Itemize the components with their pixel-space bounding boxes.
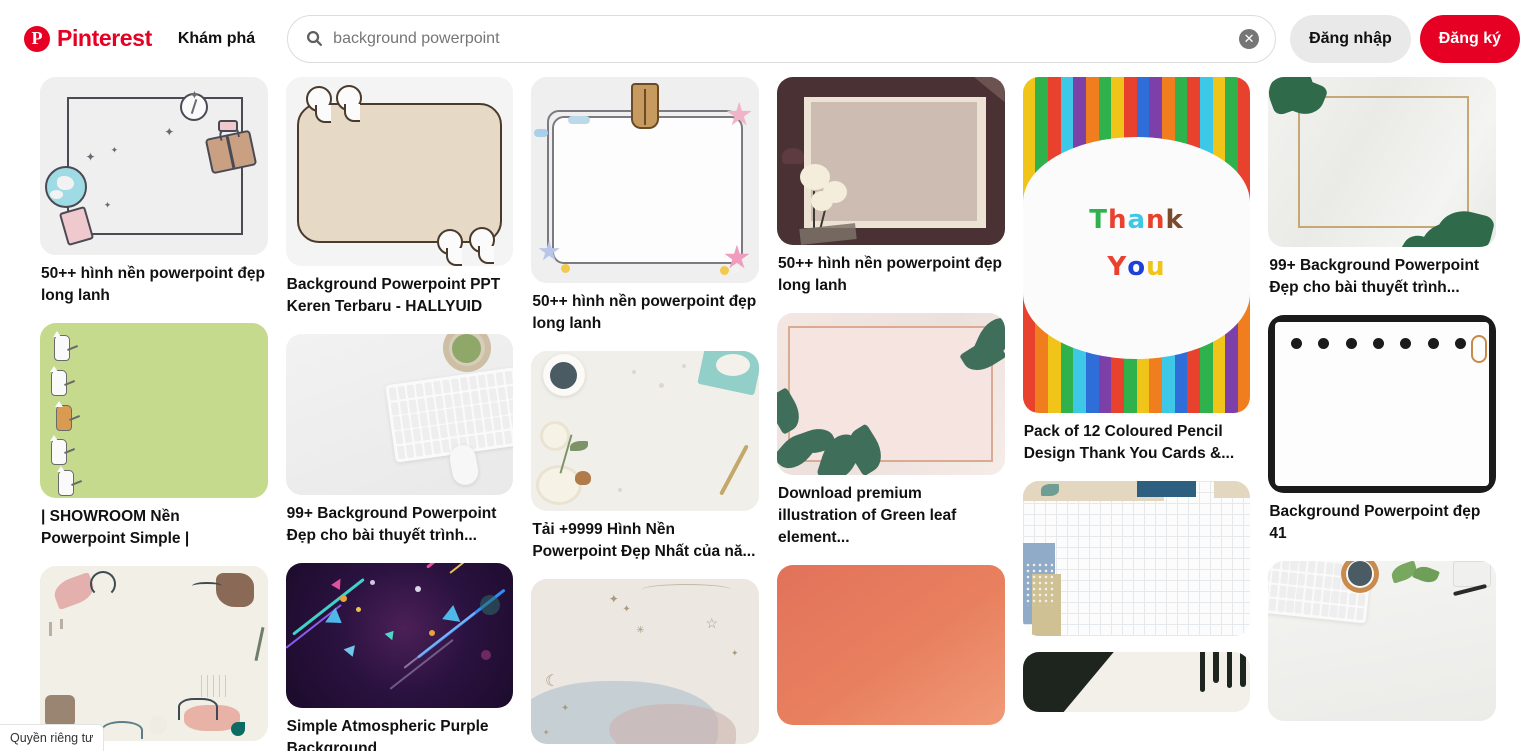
pin-image-boho-doodles[interactable] bbox=[40, 566, 268, 741]
pin-image-watercolor-stars[interactable]: ✦ ✦ ✳ ☆ ✦ ☾ ✦ ✦ bbox=[531, 579, 760, 744]
pin-image-notebook[interactable] bbox=[1268, 315, 1497, 493]
pin-card[interactable] bbox=[777, 565, 1005, 725]
pin-image-pink-leaf-frame[interactable] bbox=[777, 313, 1005, 475]
pin-masonry-grid[interactable]: ✦ ✦ ✦ ✦ ✦ 50++ hình nền powerpoint đẹp l… bbox=[0, 77, 1536, 751]
pin-title: 99+ Background Powerpoint Đẹp cho bài th… bbox=[286, 505, 497, 544]
pin-title: | SHOWROOM Nền Powerpoint Simple | bbox=[41, 508, 190, 547]
pin-card[interactable] bbox=[1022, 481, 1251, 636]
pin-card[interactable]: Download premium illustration of Green l… bbox=[777, 313, 1005, 549]
pin-title: 50++ hình nền powerpoint đẹp long lanh bbox=[41, 265, 265, 304]
signup-button[interactable]: Đăng ký bbox=[1419, 14, 1520, 63]
pin-image-desk-coffee-flatlay[interactable] bbox=[1268, 561, 1497, 721]
pin-title: Background Powerpoint đẹp 41 bbox=[1269, 503, 1481, 542]
pin-image-grid-paper-collage[interactable] bbox=[1022, 481, 1251, 636]
pin-title: 99+ Background Powerpoint Đẹp cho bài th… bbox=[1269, 257, 1480, 296]
pin-card[interactable]: 99+ Background Powerpoint Đẹp cho bài th… bbox=[285, 334, 514, 547]
pin-title: 50++ hình nền powerpoint đẹp long lanh bbox=[778, 255, 1002, 294]
search-box[interactable]: ✕ bbox=[287, 14, 1277, 63]
login-button[interactable]: Đăng nhập bbox=[1290, 14, 1411, 63]
pin-image-pencil-thankyou[interactable]: Thank You bbox=[1022, 77, 1251, 413]
pin-card[interactable]: Thank You Pack of 12 Coloured Pencil Des… bbox=[1022, 77, 1251, 465]
pin-image-coffee-roses-flatlay[interactable] bbox=[531, 351, 760, 511]
top-header: Pinterest Khám phá ✕ Đăng nhập Đăng ký bbox=[0, 0, 1536, 77]
privacy-badge[interactable]: Quyền riêng tư bbox=[0, 724, 105, 751]
pin-card[interactable]: ✦ ✦ ✦ ✦ ✦ 50++ hình nền powerpoint đẹp l… bbox=[40, 77, 268, 307]
pin-title: Background Powerpoint PPT Keren Terbaru … bbox=[286, 276, 501, 315]
pin-card[interactable]: | SHOWROOM Nền Powerpoint Simple | bbox=[40, 323, 268, 550]
pin-image-quote-frame[interactable] bbox=[285, 77, 514, 266]
pin-image-white-desk[interactable] bbox=[285, 334, 514, 495]
pinterest-wordmark: Pinterest bbox=[57, 25, 152, 51]
pin-card[interactable] bbox=[1022, 652, 1251, 712]
pin-image-green-cats[interactable] bbox=[40, 323, 268, 498]
pin-column: 50++ hình nền powerpoint đẹp long lanh bbox=[531, 77, 760, 751]
pin-image-travel-doodle[interactable]: ✦ ✦ ✦ ✦ ✦ bbox=[40, 77, 268, 255]
pin-column: ✦ ✦ ✦ ✦ ✦ 50++ hình nền powerpoint đẹp l… bbox=[40, 77, 268, 751]
pin-title: Pack of 12 Coloured Pencil Design Thank … bbox=[1023, 423, 1235, 462]
pin-card[interactable]: Tải +9999 Hình Nền Powerpoint Đẹp Nhất c… bbox=[531, 351, 760, 563]
pin-image-brown-paper-flowers[interactable] bbox=[777, 77, 1005, 245]
pin-card[interactable] bbox=[40, 566, 268, 741]
nav-explore-link[interactable]: Khám phá bbox=[164, 18, 269, 60]
search-icon bbox=[306, 30, 323, 47]
pin-card[interactable]: 50++ hình nền powerpoint đẹp long lanh bbox=[777, 77, 1005, 297]
clear-search-icon[interactable]: ✕ bbox=[1239, 28, 1260, 49]
pin-column: 99+ Background Powerpoint Đẹp cho bài th… bbox=[1268, 77, 1497, 751]
pin-card[interactable]: Background Powerpoint PPT Keren Terbaru … bbox=[285, 77, 514, 318]
pin-card[interactable]: 50++ hình nền powerpoint đẹp long lanh bbox=[531, 77, 760, 335]
pin-card[interactable]: 99+ Background Powerpoint Đẹp cho bài th… bbox=[1268, 77, 1497, 299]
search-container: ✕ bbox=[287, 14, 1277, 63]
pin-card[interactable]: Background Powerpoint đẹp 41 bbox=[1268, 315, 1497, 545]
pin-card[interactable]: ✦ ✦ ✳ ☆ ✦ ☾ ✦ ✦ bbox=[531, 579, 760, 744]
pin-image-star-whiteboard[interactable] bbox=[531, 77, 760, 283]
pin-image-purple-abstract[interactable] bbox=[285, 563, 514, 708]
pin-title: Tải +9999 Hình Nền Powerpoint Đẹp Nhất c… bbox=[532, 521, 756, 560]
pin-column: 50++ hình nền powerpoint đẹp long lanh bbox=[777, 77, 1005, 751]
pin-card[interactable]: Simple Atmospheric Purple Background bbox=[285, 563, 514, 751]
pin-column: Thank You Pack of 12 Coloured Pencil Des… bbox=[1022, 77, 1251, 751]
pin-image-coral-solid[interactable] bbox=[777, 565, 1005, 725]
pin-image-marble-monstera[interactable] bbox=[1268, 77, 1497, 247]
pin-card[interactable] bbox=[1268, 561, 1497, 721]
pin-title: Download premium illustration of Green l… bbox=[778, 485, 957, 546]
pin-title: 50++ hình nền powerpoint đẹp long lanh bbox=[532, 293, 757, 332]
pin-column: Background Powerpoint PPT Keren Terbaru … bbox=[285, 77, 514, 751]
search-input[interactable] bbox=[333, 29, 1240, 48]
pin-image-black-brush[interactable] bbox=[1022, 652, 1251, 712]
pinterest-logo-link[interactable]: Pinterest bbox=[16, 19, 160, 58]
pin-title: Simple Atmospheric Purple Background bbox=[286, 718, 489, 751]
pinterest-logo-icon bbox=[24, 25, 50, 52]
